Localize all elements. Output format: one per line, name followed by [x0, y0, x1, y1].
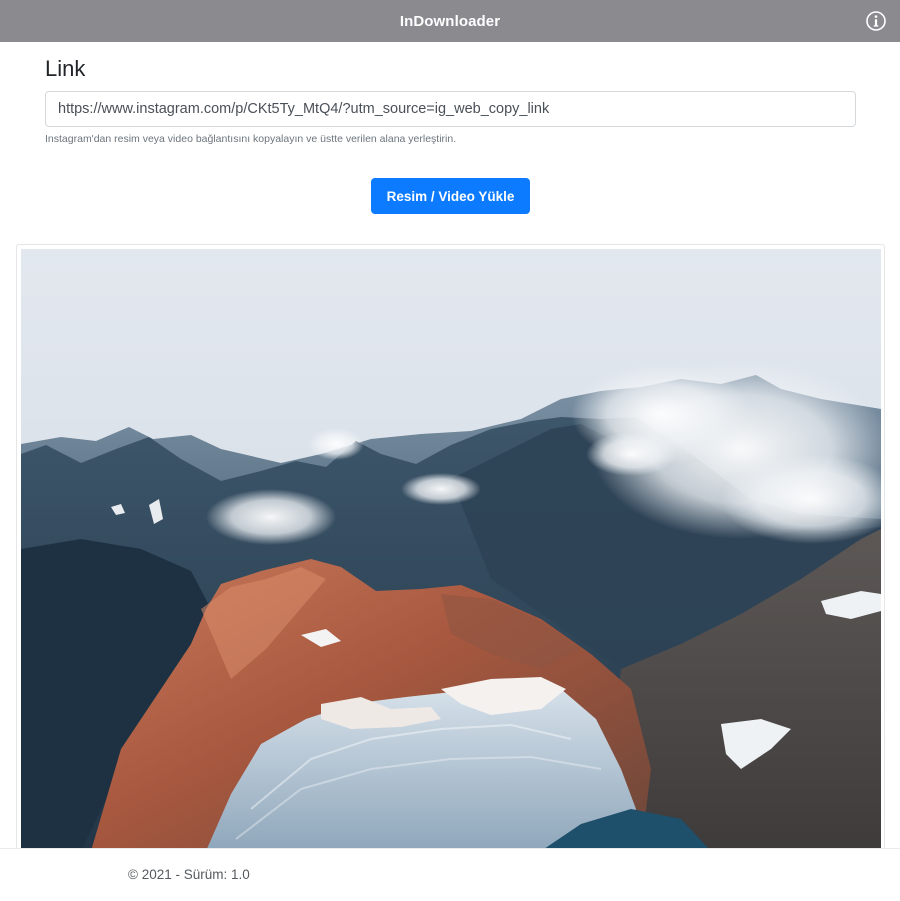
footer: © 2021 - Sürüm: 1.0	[0, 848, 900, 901]
media-preview-card	[16, 244, 885, 864]
load-media-button[interactable]: Resim / Video Yükle	[371, 178, 530, 214]
title-bar: InDownloader	[0, 0, 900, 42]
help-text: Instagram'dan resim veya video bağlantıs…	[45, 133, 457, 145]
info-icon[interactable]	[865, 10, 887, 32]
app-title: InDownloader	[399, 12, 501, 30]
url-input[interactable]	[45, 91, 856, 127]
footer-copyright: © 2021 - Sürüm: 1.0	[128, 867, 250, 882]
media-preview-image	[21, 249, 881, 851]
link-label: Link	[45, 56, 86, 81]
